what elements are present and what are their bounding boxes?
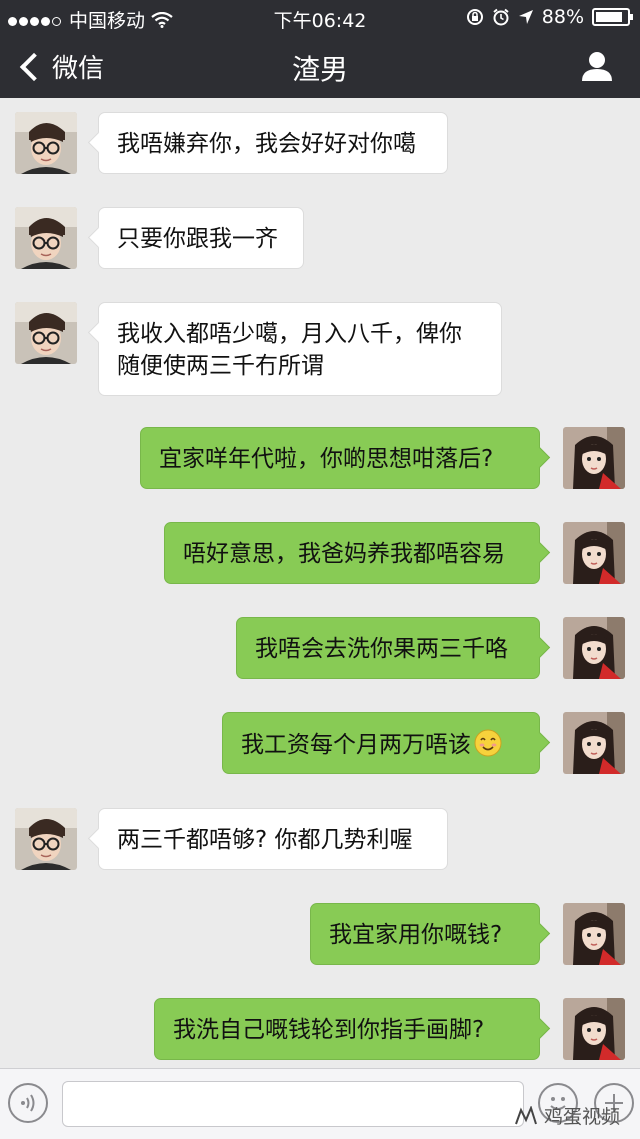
message-text: 只要你跟我一齐 bbox=[117, 226, 278, 252]
watermark-logo bbox=[515, 1105, 537, 1124]
received-message-bubble[interactable]: 我唔嫌弃你，我会好好对你噶 bbox=[98, 112, 448, 174]
sent-message-bubble[interactable]: 宜家咩年代啦，你啲思想咁落后? bbox=[140, 427, 540, 489]
voice-button[interactable] bbox=[8, 1083, 48, 1123]
chat-title: 渣男 bbox=[291, 53, 348, 86]
contact-avatar[interactable] bbox=[15, 302, 77, 364]
battery-icon bbox=[592, 8, 633, 26]
message-text: 我唔会去洗你果两三千咯 bbox=[255, 636, 508, 662]
watermark-text: 鸡蛋视频 bbox=[543, 1106, 620, 1128]
message-text: 我唔嫌弃你，我会好好对你噶 bbox=[117, 131, 416, 157]
sent-message-bubble[interactable]: 唔好意思，我爸妈养我都唔容易 bbox=[164, 522, 540, 584]
sent-message-bubble[interactable]: 我洗自己嘅钱轮到你指手画脚? bbox=[154, 998, 540, 1060]
received-message-bubble[interactable]: 两三千都唔够? 你都几势利喔 bbox=[98, 808, 448, 870]
my-avatar[interactable] bbox=[563, 522, 625, 584]
alarm-icon bbox=[493, 8, 509, 26]
my-avatar[interactable] bbox=[563, 903, 625, 965]
message-input[interactable] bbox=[62, 1081, 524, 1127]
sent-message-bubble[interactable]: 我工资每个月两万唔该 bbox=[222, 712, 540, 774]
received-message-bubble[interactable]: 只要你跟我一齐 bbox=[98, 207, 304, 269]
contact-avatar[interactable] bbox=[15, 112, 77, 174]
input-bar: 鸡蛋视频 bbox=[0, 1068, 640, 1139]
chat-area[interactable]: 我唔嫌弃你，我会好好对你噶 只要你跟我一齐我收入都唔少噶，月入八千，俾你 随便使两… bbox=[0, 98, 640, 1068]
contact-avatar[interactable] bbox=[15, 207, 77, 269]
battery-percent: 88% bbox=[541, 6, 584, 28]
sent-message-bubble[interactable]: 我唔会去洗你果两三千咯 bbox=[236, 617, 540, 679]
message-text: 宜家咩年代啦，你啲思想咁落后? bbox=[159, 446, 494, 472]
voice-icon bbox=[21, 1094, 35, 1112]
message-text: 我洗自己嘅钱轮到你指手画脚? bbox=[173, 1017, 485, 1043]
location-icon bbox=[518, 10, 533, 24]
profile-icon[interactable] bbox=[580, 50, 614, 82]
message-text: 我工资每个月两万唔该 bbox=[241, 732, 471, 758]
message-text: 我宜家用你嘅钱? bbox=[329, 922, 503, 948]
smiley-emoji bbox=[474, 729, 502, 757]
sent-message-bubble[interactable]: 我宜家用你嘅钱? bbox=[310, 903, 540, 965]
my-avatar[interactable] bbox=[563, 427, 625, 489]
navigation-bar: 微信 渣男 bbox=[0, 34, 640, 98]
received-message-bubble[interactable]: 我收入都唔少噶，月入八千，俾你 随便使两三千冇所谓 bbox=[98, 302, 502, 396]
message-text: 两三千都唔够? 你都几势利喔 bbox=[117, 827, 413, 853]
status-bar: 中国移动 下午06:42 88% bbox=[0, 0, 640, 34]
watermark: 鸡蛋视频 bbox=[514, 1102, 620, 1129]
my-avatar[interactable] bbox=[563, 617, 625, 679]
contact-avatar[interactable] bbox=[15, 808, 77, 870]
my-avatar[interactable] bbox=[563, 712, 625, 774]
lock-rotation-icon bbox=[466, 9, 483, 25]
message-text: 唔好意思，我爸妈养我都唔容易 bbox=[183, 541, 505, 567]
my-avatar[interactable] bbox=[563, 998, 625, 1060]
message-text: 我收入都唔少噶，月入八千，俾你 随便使两三千冇所谓 bbox=[117, 321, 462, 379]
